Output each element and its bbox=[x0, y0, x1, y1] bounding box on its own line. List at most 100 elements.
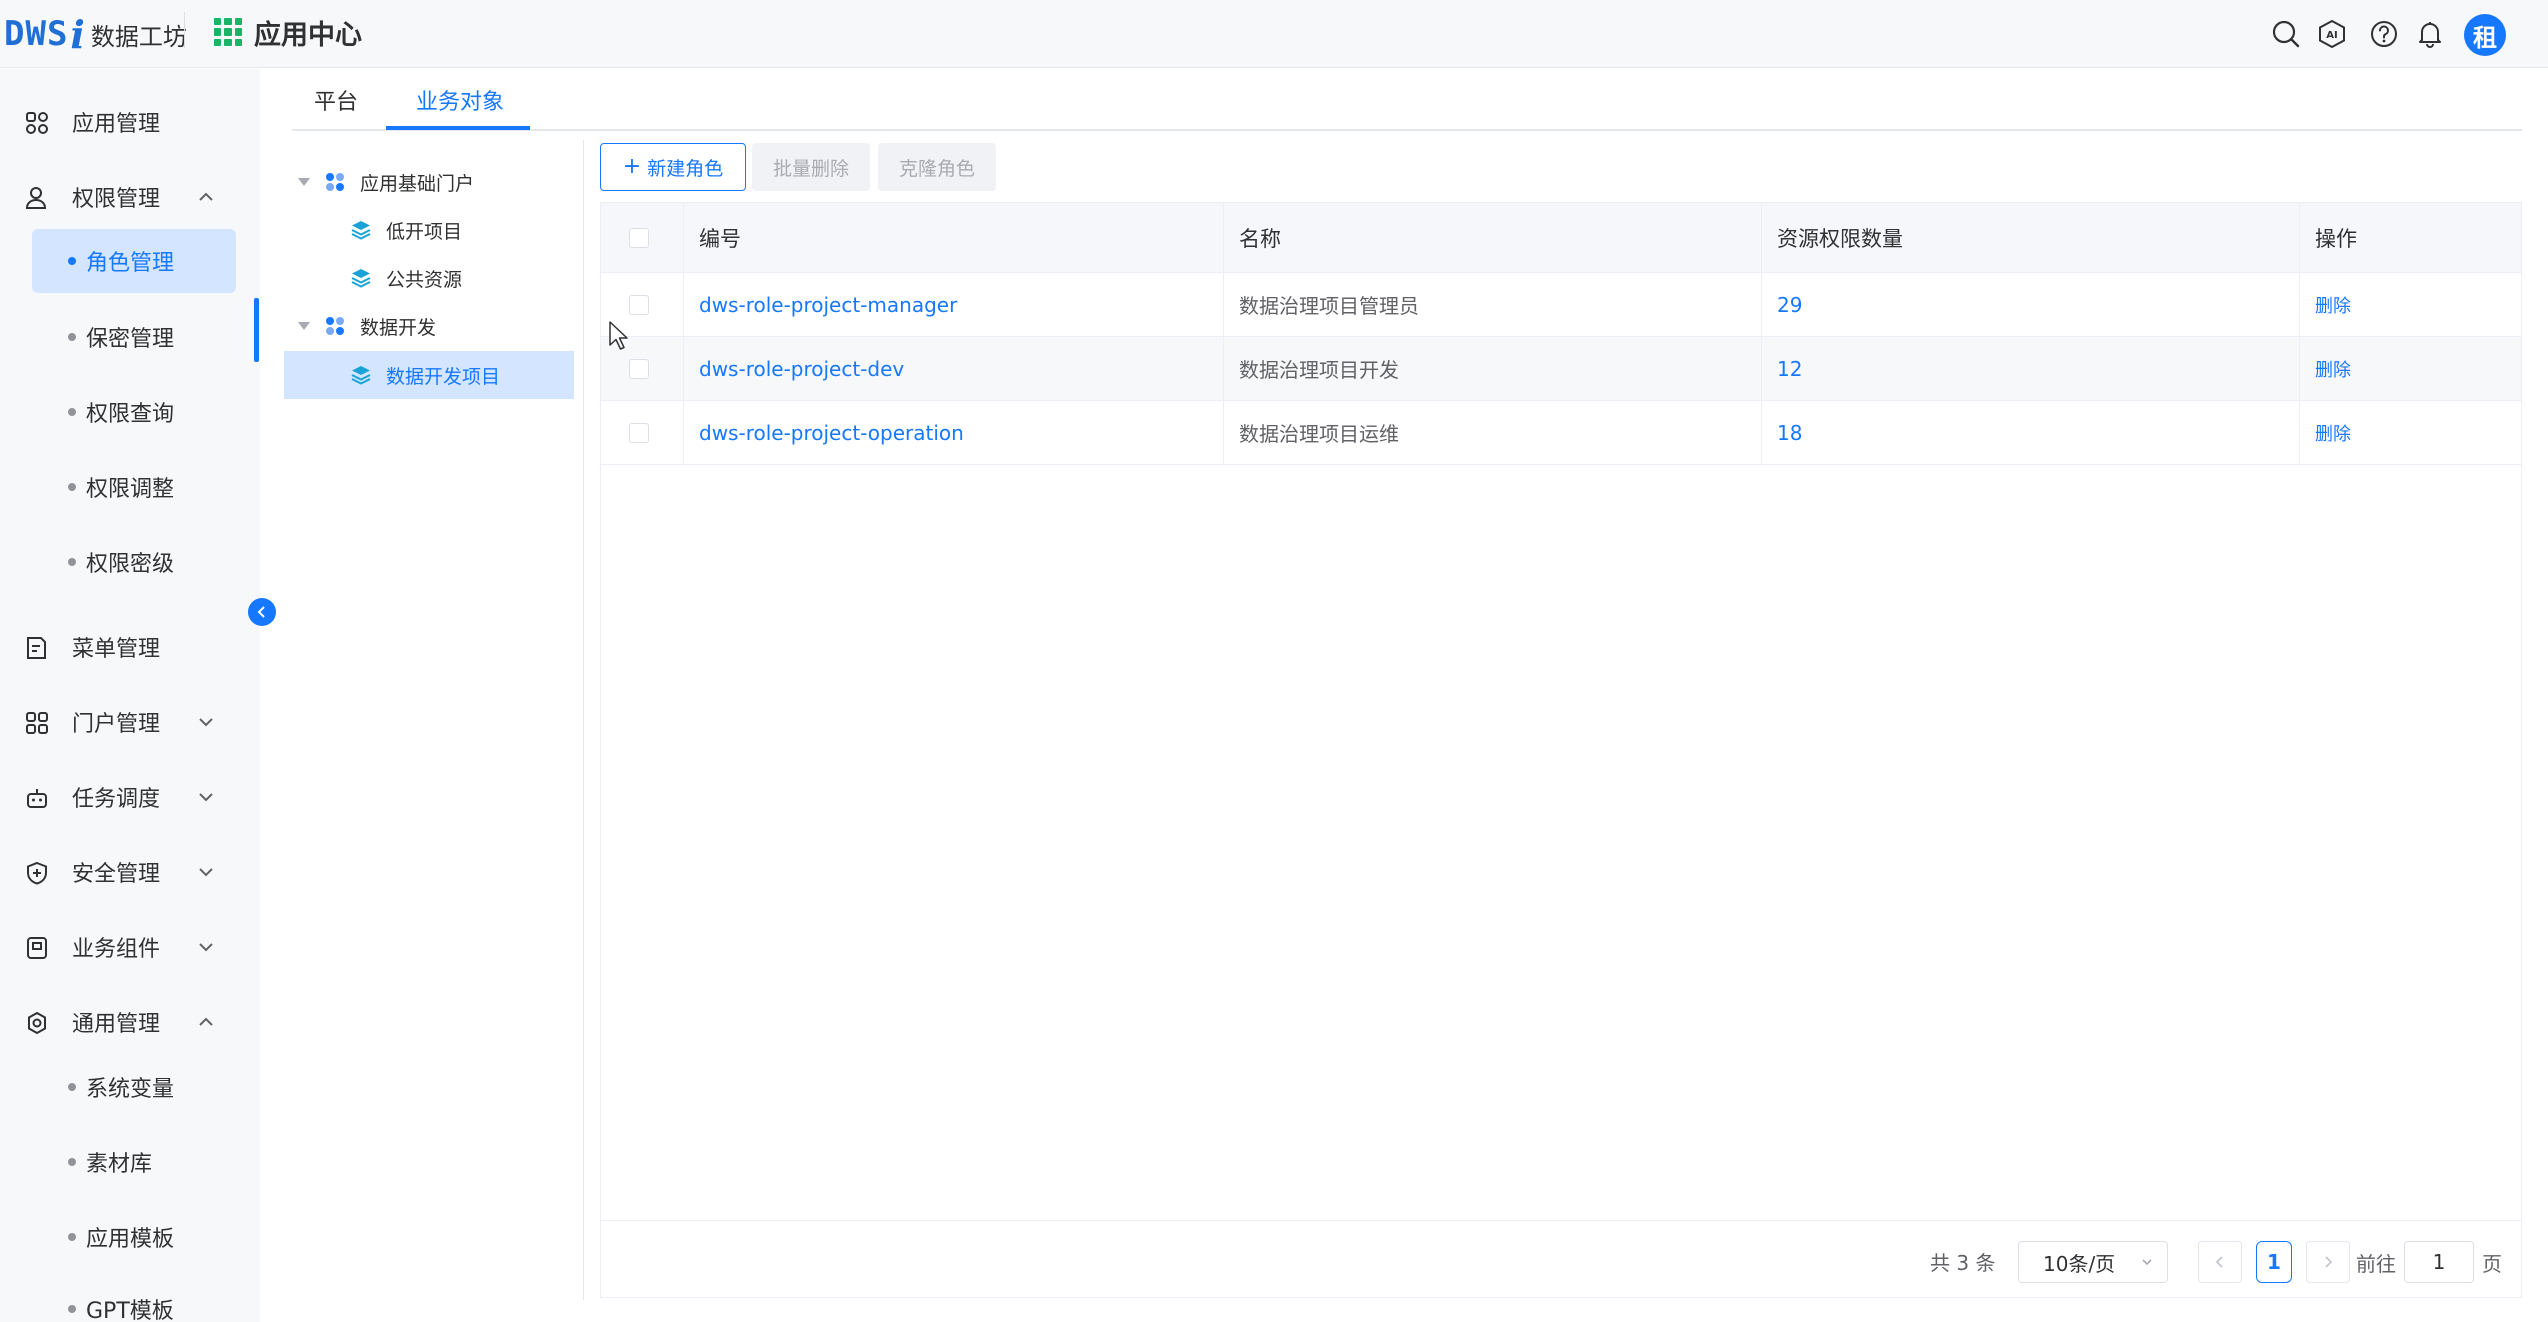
dws-logo[interactable]: DWS i 数据工坊 bbox=[4, 12, 187, 57]
sidebar-item-label: 权限密级 bbox=[86, 552, 175, 577]
tree-node-app-portal[interactable]: 应用基础门户 bbox=[324, 158, 574, 206]
sidebar-item-perm-adjust[interactable]: 权限调整 bbox=[32, 455, 236, 519]
table-row[interactable]: dws-role-project-manager 数据治理项目管理员 29 删除 bbox=[601, 273, 2521, 337]
page-size-select[interactable]: 10条/页 bbox=[2018, 1241, 2168, 1283]
row-checkbox[interactable] bbox=[629, 337, 649, 400]
sidebar-item-label: 权限管理 bbox=[72, 187, 161, 212]
portal-grid-icon bbox=[26, 712, 48, 734]
sidebar-item-perm-mgmt[interactable]: 权限管理 bbox=[0, 167, 260, 227]
sidebar-item-app-templates[interactable]: 应用模板 bbox=[32, 1205, 236, 1269]
sidebar-item-label: 保密管理 bbox=[86, 327, 175, 352]
chevron-down-icon bbox=[2142, 1259, 2152, 1266]
clone-role-button[interactable]: 克隆角色 bbox=[878, 143, 996, 191]
apps-icon bbox=[26, 112, 48, 134]
column-header-action: 操作 bbox=[2315, 226, 2357, 251]
bell-icon[interactable] bbox=[2410, 10, 2450, 58]
shield-icon bbox=[27, 861, 47, 885]
tab-business-object[interactable]: 业务对象 bbox=[416, 69, 504, 131]
tree-node-lowcode-project[interactable]: 低开项目 bbox=[350, 206, 574, 254]
apps-grid-icon bbox=[214, 18, 242, 46]
sidebar-item-assets[interactable]: 素材库 bbox=[32, 1130, 236, 1194]
pagination-total: 共 3 条 bbox=[1930, 1250, 1996, 1275]
search-icon[interactable] bbox=[2266, 10, 2306, 58]
tree-node-data-dev[interactable]: 数据开发 bbox=[324, 302, 574, 350]
sidebar-item-general-mgmt[interactable]: 通用管理 bbox=[0, 992, 260, 1052]
logo-text: 数据工坊 bbox=[90, 22, 187, 51]
group-icon bbox=[326, 173, 344, 191]
logo-mark: DWS bbox=[4, 14, 69, 54]
caret-down-icon[interactable] bbox=[298, 178, 310, 186]
project-tree: 应用基础门户 低开项目 公共资源 数据开发 数据开发项目 bbox=[284, 140, 584, 1300]
prev-page-button[interactable] bbox=[2198, 1241, 2242, 1283]
bullet-icon bbox=[68, 1158, 76, 1166]
sidebar-item-label: 门户管理 bbox=[72, 712, 161, 737]
role-name: 数据治理项目运维 bbox=[1239, 422, 1399, 446]
row-checkbox[interactable] bbox=[629, 401, 649, 464]
sidebar-item-sys-vars[interactable]: 系统变量 bbox=[32, 1055, 236, 1119]
sidebar-item-perm-level[interactable]: 权限密级 bbox=[32, 530, 236, 594]
chevron-down-icon bbox=[199, 718, 213, 727]
tree-node-label: 数据开发 bbox=[360, 316, 437, 339]
role-name: 数据治理项目开发 bbox=[1239, 358, 1399, 382]
role-code-link[interactable]: dws-role-project-operation bbox=[699, 401, 964, 464]
tree-node-label: 数据开发项目 bbox=[386, 365, 501, 388]
app-center-switcher[interactable]: 应用中心 bbox=[214, 12, 362, 52]
sidebar-item-gpt-templates[interactable]: GPT模板 bbox=[32, 1277, 236, 1322]
table-row[interactable]: dws-role-project-dev 数据治理项目开发 12 删除 bbox=[601, 337, 2521, 401]
page-unit-label: 页 bbox=[2482, 1251, 2502, 1276]
sidebar-item-label: 系统变量 bbox=[86, 1077, 175, 1102]
tree-node-public-resource[interactable]: 公共资源 bbox=[350, 254, 574, 302]
bullet-icon bbox=[68, 483, 76, 491]
sidebar-item-menu-mgmt[interactable]: 菜单管理 bbox=[0, 617, 260, 677]
tree-node-label: 应用基础门户 bbox=[360, 172, 475, 195]
user-lock-icon bbox=[25, 187, 47, 209]
column-header-code: 编号 bbox=[699, 226, 741, 251]
row-checkbox[interactable] bbox=[629, 273, 649, 336]
sidebar-item-app-mgmt[interactable]: 应用管理 bbox=[0, 92, 260, 152]
layers-icon bbox=[351, 269, 371, 288]
table-row[interactable]: dws-role-project-operation 数据治理项目运维 18 删… bbox=[601, 401, 2521, 465]
pagination: 共 3 条 10条/页 1 前往 1 页 bbox=[600, 1220, 2522, 1298]
goto-label: 前往 bbox=[2356, 1251, 2396, 1276]
sidebar-item-role-mgmt[interactable]: 角色管理 bbox=[32, 229, 236, 293]
mouse-cursor-icon bbox=[609, 321, 628, 350]
user-avatar[interactable]: 租 bbox=[2464, 14, 2506, 56]
delete-button[interactable]: 删除 bbox=[2315, 273, 2351, 336]
sidebar-item-security-mgmt[interactable]: 安全管理 bbox=[0, 842, 260, 902]
caret-down-icon[interactable] bbox=[298, 322, 310, 330]
resource-count-link[interactable]: 29 bbox=[1777, 273, 1802, 336]
ai-icon[interactable]: AI bbox=[2312, 10, 2352, 58]
chevron-up-icon bbox=[199, 192, 213, 201]
role-code-link[interactable]: dws-role-project-dev bbox=[699, 337, 904, 400]
gear-icon bbox=[28, 1011, 46, 1035]
sidebar-item-portal-mgmt[interactable]: 门户管理 bbox=[0, 692, 260, 752]
tab-platform[interactable]: 平台 bbox=[314, 69, 358, 131]
active-indicator bbox=[254, 298, 259, 362]
svg-text:AI: AI bbox=[2326, 30, 2337, 41]
sidebar-item-label: 菜单管理 bbox=[72, 637, 161, 662]
sidebar-item-biz-component[interactable]: 业务组件 bbox=[0, 917, 260, 977]
resource-count-link[interactable]: 18 bbox=[1777, 401, 1802, 464]
next-page-button[interactable] bbox=[2306, 1241, 2350, 1283]
page-number-current[interactable]: 1 bbox=[2256, 1241, 2292, 1283]
help-icon[interactable] bbox=[2364, 10, 2404, 58]
goto-page-input[interactable]: 1 bbox=[2404, 1241, 2474, 1283]
sidebar-item-task-sched[interactable]: 任务调度 bbox=[0, 767, 260, 827]
header-divider bbox=[184, 12, 185, 48]
bullet-icon bbox=[68, 408, 76, 416]
delete-button[interactable]: 删除 bbox=[2315, 401, 2351, 464]
role-code-link[interactable]: dws-role-project-manager bbox=[699, 273, 957, 336]
column-header-resource-count: 资源权限数量 bbox=[1777, 226, 1903, 251]
sidebar-item-secrecy-mgmt[interactable]: 保密管理 bbox=[32, 305, 236, 369]
chevron-left-icon bbox=[2215, 1256, 2223, 1268]
sidebar-collapse-button[interactable] bbox=[248, 598, 276, 626]
batch-delete-button[interactable]: 批量删除 bbox=[752, 143, 870, 191]
delete-button[interactable]: 删除 bbox=[2315, 337, 2351, 400]
new-role-button[interactable]: + 新建角色 bbox=[600, 143, 746, 191]
tab-bar: 平台 业务对象 bbox=[292, 69, 2522, 131]
sidebar-item-perm-query[interactable]: 权限查询 bbox=[32, 380, 236, 444]
resource-count-link[interactable]: 12 bbox=[1777, 337, 1802, 400]
select-all-checkbox[interactable] bbox=[629, 203, 649, 272]
sidebar-item-label: 权限查询 bbox=[86, 402, 175, 427]
tree-node-data-dev-project[interactable]: 数据开发项目 bbox=[284, 351, 574, 399]
